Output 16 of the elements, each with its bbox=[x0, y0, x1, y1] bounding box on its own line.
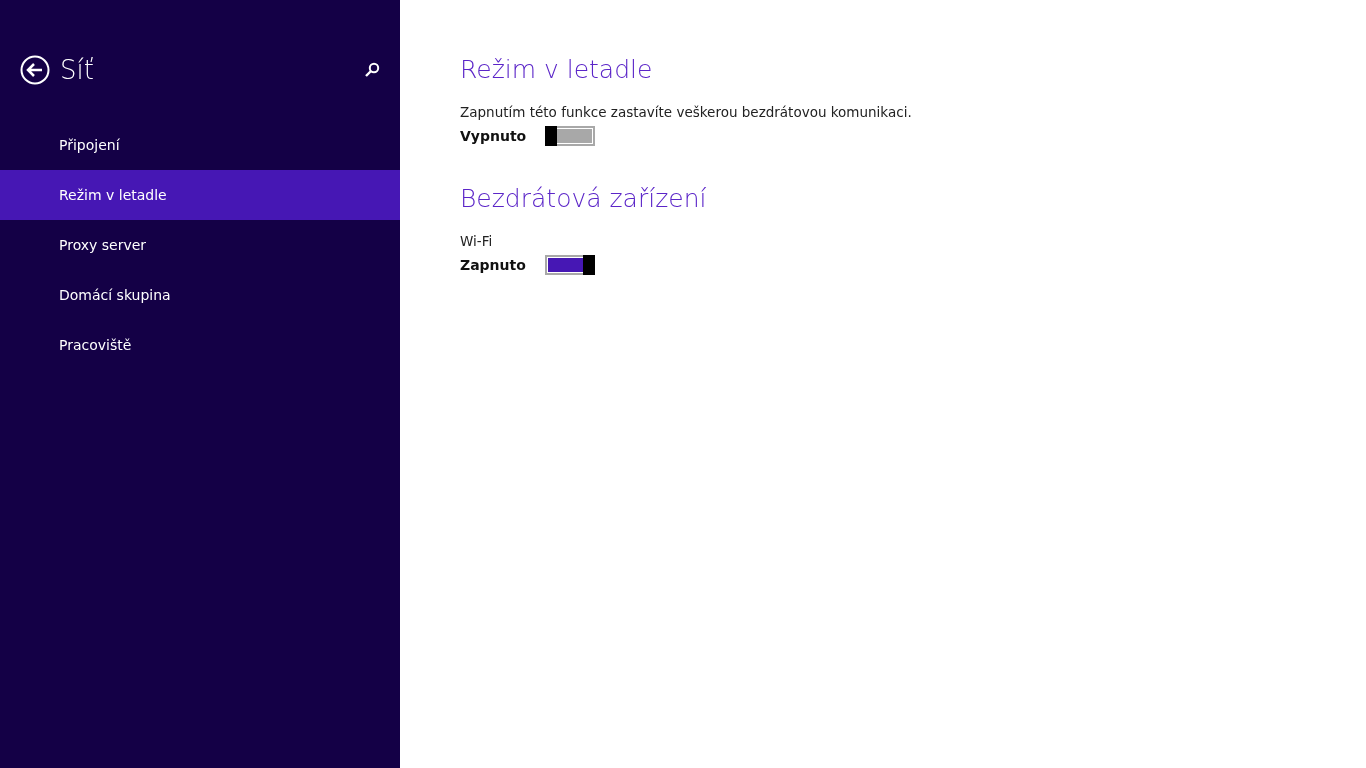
section-heading: Bezdrátová zařízení bbox=[460, 184, 708, 213]
setting-label: Wi-Fi bbox=[460, 233, 494, 249]
back-icon[interactable] bbox=[20, 55, 50, 85]
sidebar-item[interactable]: Režim v letadle bbox=[0, 170, 400, 220]
sidebar-item[interactable]: Proxy server bbox=[0, 220, 400, 270]
sidebar-title: Síť bbox=[60, 55, 95, 85]
setting-label: Zapnutím této funkce zastavíte veškerou bezdrátovou komunikaci. bbox=[460, 104, 913, 120]
search-icon[interactable] bbox=[364, 62, 380, 78]
sidebar-item[interactable]: Pracoviště bbox=[0, 320, 400, 370]
toggle-state-text: Vypnuto bbox=[460, 128, 528, 144]
toggle-switch[interactable] bbox=[545, 255, 595, 275]
toggle-state-text: Zapnuto bbox=[460, 257, 527, 273]
section-heading: Režim v letadle bbox=[460, 55, 654, 84]
sidebar-item[interactable]: Domácí skupina bbox=[0, 270, 400, 320]
sidebar-item[interactable]: Připojení bbox=[0, 120, 400, 170]
toggle-switch[interactable] bbox=[545, 126, 595, 146]
